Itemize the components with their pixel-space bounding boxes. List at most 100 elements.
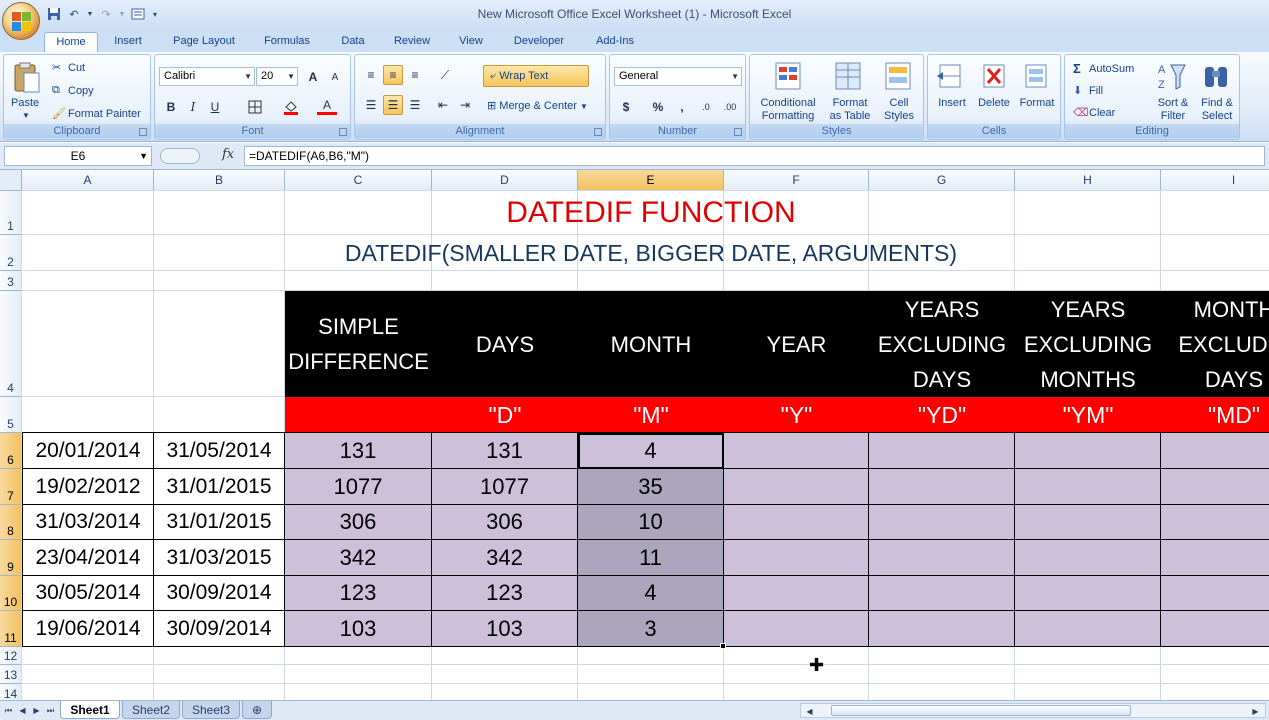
row-header-2[interactable]: 2 [0,235,22,271]
argument-cell[interactable]: "D" [432,397,578,433]
insert-cells-icon[interactable] [936,61,964,91]
sort-filter-label[interactable]: Sort & [1151,97,1195,109]
currency-button[interactable]: $ [616,97,636,117]
format-painter-button[interactable]: Format Painter [68,108,141,120]
date-cell[interactable]: 31/03/2014 [22,505,154,540]
table-cell[interactable]: 306 [285,505,432,540]
cell-styles-label-2[interactable]: Styles [878,110,920,122]
paste-button[interactable]: Paste [11,97,39,109]
column-header-i[interactable]: I [1161,170,1269,191]
fill-handle[interactable] [720,643,726,649]
row-header-3[interactable]: 3 [0,271,22,291]
insert-sheet-icon[interactable]: ⊕ [242,701,272,719]
date-cell[interactable]: 19/02/2012 [22,469,154,505]
tab-insert[interactable]: Insert [104,32,152,52]
sort-filter-icon[interactable]: AZ [1157,61,1187,93]
argument-cell[interactable] [285,397,432,433]
row-header-10[interactable]: 10 [0,576,22,611]
column-heading[interactable]: YEARS EXCLUDING DAYS [869,291,1015,397]
table-cell[interactable] [869,469,1015,505]
table-cell[interactable] [724,576,869,611]
table-cell[interactable] [1015,433,1161,469]
table-cell[interactable]: 35 [578,469,724,505]
column-header-e[interactable]: E [578,170,724,191]
decrease-indent-icon[interactable]: ⇤ [433,95,453,115]
bold-button[interactable]: B [161,97,181,117]
prev-sheet-icon[interactable]: ◀ [16,704,29,717]
table-cell[interactable] [1015,505,1161,540]
column-header-f[interactable]: F [724,170,869,191]
column-heading[interactable]: DAYS [432,291,578,397]
cell-styles-icon[interactable] [884,61,912,91]
table-cell[interactable] [724,505,869,540]
orientation-icon[interactable]: ⟋ [435,65,455,85]
table-cell[interactable]: 342 [432,540,578,576]
align-center-icon[interactable]: ☰ [383,95,403,115]
table-cell[interactable] [869,540,1015,576]
table-cell[interactable]: 131 [432,433,578,469]
fill-button[interactable]: Fill [1089,85,1103,97]
date-cell[interactable]: 31/01/2015 [154,469,285,505]
conditional-formatting-label-2[interactable]: Formatting [756,110,820,122]
delete-cells-icon[interactable] [980,61,1008,91]
alignment-launcher-icon[interactable] [594,128,602,136]
delete-cells-label[interactable]: Delete [974,97,1014,109]
last-sheet-icon[interactable]: ⏭ [44,704,57,717]
table-cell[interactable] [724,469,869,505]
column-header-g[interactable]: G [869,170,1015,191]
insert-function-icon[interactable]: fx [222,147,234,162]
date-cell[interactable]: 30/05/2014 [22,576,154,611]
percent-button[interactable]: % [648,97,668,117]
argument-cell[interactable]: "MD" [1161,397,1269,433]
column-header-a[interactable]: A [22,170,154,191]
first-sheet-icon[interactable]: ⏮ [2,704,15,717]
row-header-8[interactable]: 8 [0,505,22,540]
binoculars-icon[interactable] [1201,61,1231,93]
decrease-decimal-button[interactable]: .00 [720,97,740,117]
row-header-13[interactable]: 13 [0,665,22,684]
column-header-h[interactable]: H [1015,170,1161,191]
tab-developer[interactable]: Developer [504,32,574,52]
row-header-4[interactable]: 4 [0,291,22,397]
date-cell[interactable]: 20/01/2014 [22,433,154,469]
column-heading[interactable]: YEARS EXCLUDING MONTHS [1015,291,1161,397]
date-cell[interactable]: 30/09/2014 [154,576,285,611]
format-as-table-label[interactable]: Format [824,97,876,109]
column-header-d[interactable]: D [432,170,578,191]
scrollbar-thumb[interactable] [831,705,1131,716]
formula-input[interactable]: =DATEDIF(A6,B6,"M") [244,146,1265,166]
row-header-7[interactable]: 7 [0,469,22,505]
row-header-6[interactable]: 6 [0,433,22,469]
table-cell[interactable] [869,433,1015,469]
table-cell[interactable] [1161,540,1269,576]
italic-button[interactable]: I [183,97,203,117]
find-select-label-2[interactable]: Select [1195,110,1239,122]
number-format-select[interactable]: General ▼ [614,67,742,86]
table-cell[interactable]: 4 [578,433,724,469]
column-header-b[interactable]: B [154,170,285,191]
table-cell[interactable]: 123 [432,576,578,611]
format-cells-label[interactable]: Format [1016,97,1058,109]
format-as-table-icon[interactable] [834,61,862,91]
table-cell[interactable]: 10 [578,505,724,540]
table-cell[interactable] [1015,611,1161,647]
select-all-corner[interactable] [0,170,22,191]
row-header-11[interactable]: 11 [0,611,22,647]
date-cell[interactable]: 31/03/2015 [154,540,285,576]
date-cell[interactable]: 23/04/2014 [22,540,154,576]
argument-cell[interactable]: "YM" [1015,397,1161,433]
sheet-tab-sheet2[interactable]: Sheet2 [122,701,180,719]
font-color-button[interactable]: A [317,97,337,115]
sheet-title[interactable]: DATEDIF FUNCTION [22,191,1269,235]
align-right-icon[interactable]: ☰ [405,95,425,115]
table-cell[interactable]: 342 [285,540,432,576]
table-cell[interactable] [1161,576,1269,611]
clipboard-launcher-icon[interactable] [139,128,147,136]
tab-review[interactable]: Review [386,32,438,52]
table-cell[interactable] [724,540,869,576]
increase-indent-icon[interactable]: ⇥ [455,95,475,115]
format-as-table-label-2[interactable]: as Table [824,110,876,122]
sort-filter-label-2[interactable]: Filter [1151,110,1195,122]
row-header-12[interactable]: 12 [0,647,22,665]
find-select-label[interactable]: Find & [1195,97,1239,109]
